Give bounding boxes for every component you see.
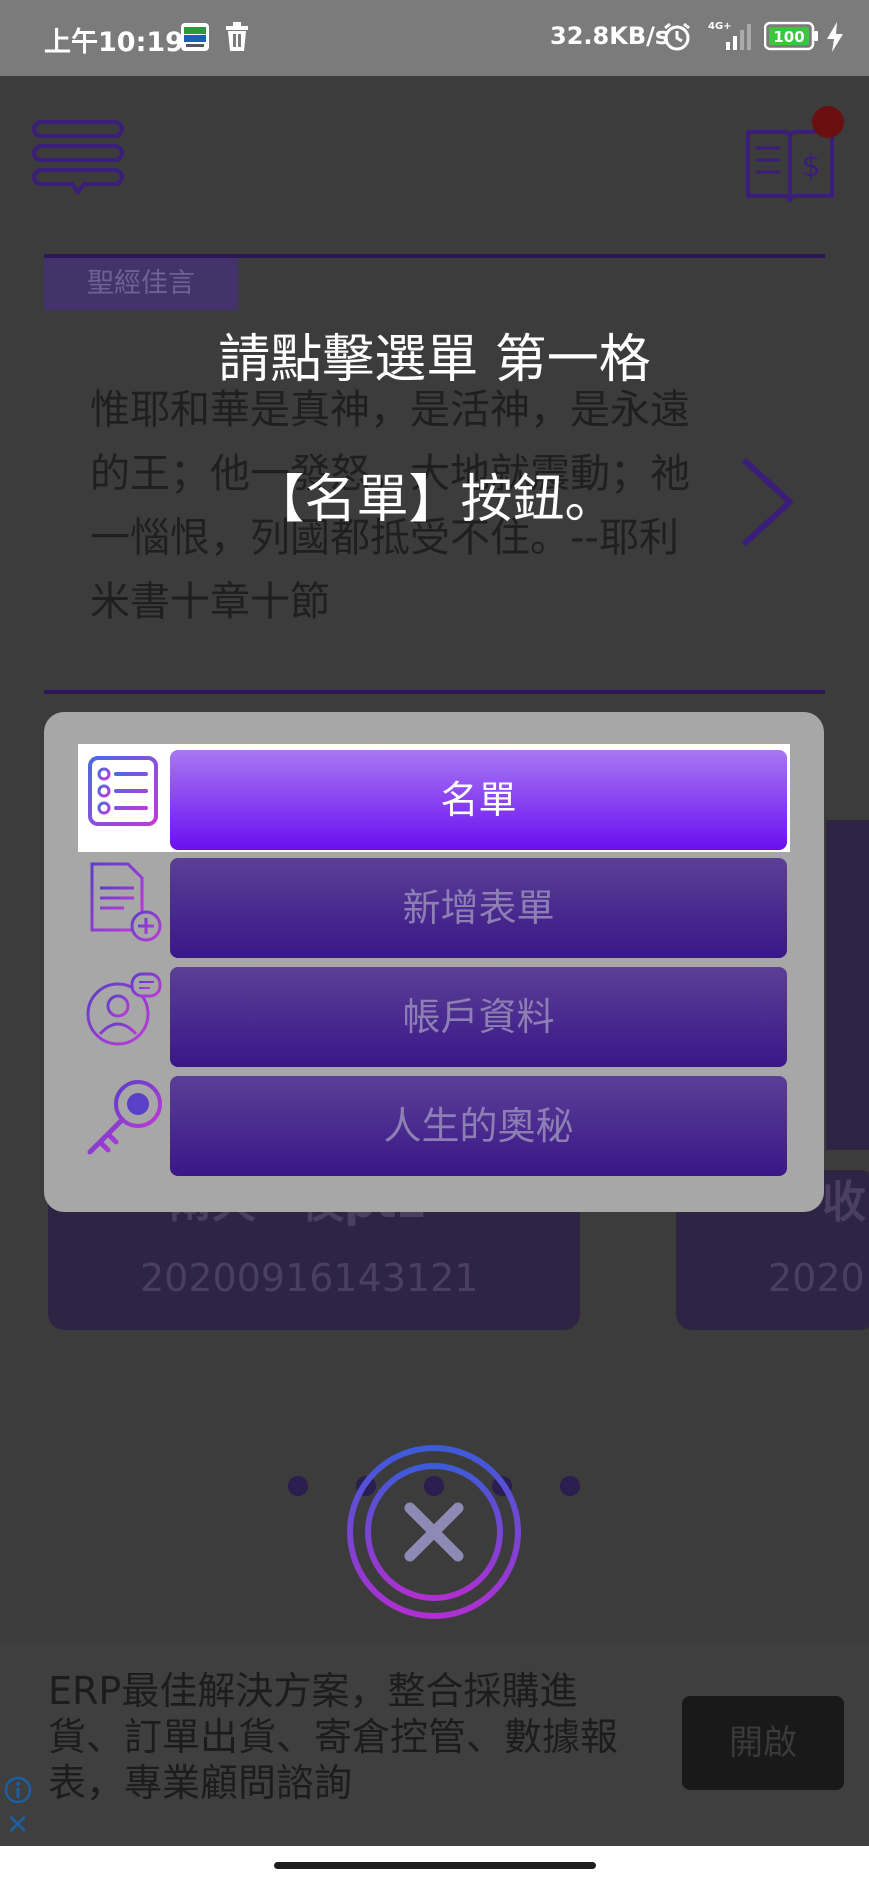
status-bar: 上午10:19 32.8KB/s 4G+ 100 bbox=[0, 0, 869, 76]
close-button[interactable] bbox=[346, 1444, 522, 1620]
svg-text:4G+: 4G+ bbox=[708, 21, 732, 32]
info-icon[interactable] bbox=[4, 1776, 32, 1804]
menu-list-button[interactable]: 名單 bbox=[170, 750, 787, 850]
menu-account-button[interactable]: 帳戶資料 bbox=[170, 967, 787, 1067]
card-number: 2020 bbox=[768, 1256, 865, 1300]
card-title: 收 bbox=[822, 1177, 866, 1228]
notification-badge bbox=[812, 106, 844, 138]
instruction-line-2: 【名單】按鈕。 bbox=[252, 470, 617, 530]
list-icon bbox=[84, 752, 164, 832]
network-speed: 32.8KB/s bbox=[550, 22, 670, 50]
page-dot[interactable] bbox=[288, 1476, 308, 1496]
battery-icon: 100 bbox=[763, 20, 820, 56]
svg-text:$: $ bbox=[801, 149, 820, 184]
key-icon bbox=[84, 1078, 164, 1158]
home-gesture-bar[interactable] bbox=[274, 1862, 596, 1869]
menu-life-mystery-button[interactable]: 人生的奧秘 bbox=[170, 1076, 787, 1176]
trash-icon bbox=[224, 22, 250, 56]
ad-open-button[interactable]: 開啟 bbox=[682, 1696, 844, 1790]
app-notification-icon bbox=[180, 22, 210, 56]
card-number: 20200916143121 bbox=[140, 1256, 479, 1300]
menu-new-form-button[interactable]: 新增表單 bbox=[170, 858, 787, 958]
card-edge bbox=[826, 820, 869, 1150]
account-icon bbox=[84, 970, 164, 1050]
close-icon bbox=[347, 1445, 521, 1619]
instruction-line-1: 請點擊選單 第一格 bbox=[218, 330, 651, 390]
battery-level: 100 bbox=[773, 28, 804, 46]
ad-close-icon[interactable]: ✕ bbox=[6, 1808, 29, 1841]
page-dot[interactable] bbox=[560, 1476, 580, 1496]
hamburger-menu-icon[interactable] bbox=[31, 120, 125, 200]
ad-text[interactable]: ERP最佳解決方案，整合採購進貨、訂單出貨、寄倉控管、數據報表，專業顧問諮詢 bbox=[48, 1668, 648, 1806]
signal-icon: 4G+ bbox=[706, 18, 756, 56]
divider bbox=[44, 690, 825, 694]
alarm-icon bbox=[662, 22, 692, 56]
charging-icon bbox=[826, 22, 844, 56]
tutorial-instruction: 請點擊選單 第一格 【名單】按鈕。 bbox=[0, 290, 869, 570]
status-time: 上午10:19 bbox=[44, 27, 184, 58]
add-document-icon bbox=[84, 860, 164, 942]
